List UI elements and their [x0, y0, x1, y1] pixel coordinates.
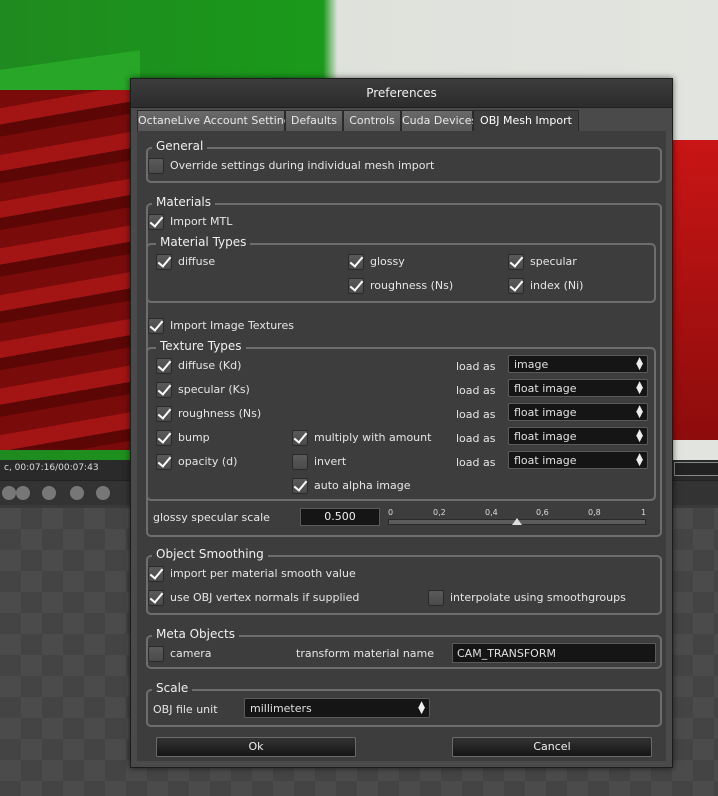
tool-icon[interactable] — [70, 486, 84, 500]
tab-octanelive-account-settings[interactable]: OctaneLive Account Settings — [137, 110, 297, 131]
group-material-types-title: Material Types — [156, 235, 251, 249]
tab-defaults[interactable]: Defaults — [285, 110, 343, 131]
index-material-checkbox[interactable] — [508, 278, 524, 294]
camera-checkbox[interactable] — [148, 646, 164, 662]
load-as-label: load as — [456, 456, 496, 469]
tab-bar: OctaneLive Account Settings Defaults Con… — [131, 108, 672, 131]
texture-bump-checkbox[interactable] — [156, 430, 172, 446]
texture-roughness-label: roughness (Ns) — [178, 407, 262, 420]
texture-opacity-load-as-select[interactable]: float image ▲ ▼ — [508, 451, 648, 469]
glossy-specular-scale-label: glossy specular scale — [153, 511, 270, 524]
multiply-with-amount-label: multiply with amount — [314, 431, 432, 444]
updown-arrow-icon: ▲ ▼ — [636, 380, 643, 396]
per-material-smooth-checkbox[interactable] — [148, 566, 164, 582]
obj-file-unit-label: OBJ file unit — [153, 703, 218, 716]
slider-tick-label: 0,6 — [536, 508, 549, 517]
progress-field — [674, 462, 718, 476]
glossy-material-checkbox[interactable] — [348, 254, 364, 270]
texture-specular-label: specular (Ks) — [178, 383, 250, 396]
slider-tick-label: 0,8 — [588, 508, 601, 517]
group-materials-title: Materials — [152, 195, 216, 209]
tab-controls[interactable]: Controls — [343, 110, 401, 131]
slider-tick-label: 0,4 — [485, 508, 498, 517]
import-image-textures-checkbox[interactable] — [148, 318, 164, 334]
roughness-material-label: roughness (Ns) — [370, 279, 454, 292]
index-material-label: index (Ni) — [530, 279, 584, 292]
texture-roughness-load-as-select[interactable]: float image ▲ ▼ — [508, 403, 648, 421]
smoothgroups-checkbox[interactable] — [428, 590, 444, 606]
multiply-with-amount-checkbox[interactable] — [292, 430, 308, 446]
texture-opacity-checkbox[interactable] — [156, 454, 172, 470]
override-checkbox[interactable] — [148, 158, 164, 174]
preferences-dialog: Preferences OctaneLive Account Settings … — [130, 78, 673, 768]
tool-icon[interactable] — [96, 486, 110, 500]
invert-checkbox[interactable] — [292, 454, 308, 470]
slider-tick-label: 0 — [388, 508, 394, 517]
tool-icon[interactable] — [16, 486, 30, 500]
glossy-material-label: glossy — [370, 255, 405, 268]
texture-diffuse-load-as-select[interactable]: image ▲ ▼ — [508, 355, 648, 373]
group-texture-types-title: Texture Types — [156, 339, 246, 353]
load-as-label: load as — [456, 432, 496, 445]
transform-material-name-label: transform material name — [296, 647, 435, 660]
dialog-title: Preferences — [131, 79, 672, 108]
diffuse-material-label: diffuse — [178, 255, 216, 268]
tool-icon[interactable] — [2, 486, 16, 500]
specular-material-checkbox[interactable] — [508, 254, 524, 270]
cancel-button[interactable]: Cancel — [452, 737, 652, 757]
updown-arrow-icon: ▲ ▼ — [636, 452, 643, 468]
load-as-label: load as — [456, 384, 496, 397]
ok-button[interactable]: Ok — [156, 737, 356, 757]
group-object-smoothing-title: Object Smoothing — [152, 547, 268, 561]
import-mtl-checkbox[interactable] — [148, 214, 164, 230]
auto-alpha-image-checkbox[interactable] — [292, 478, 308, 494]
override-label: Override settings during individual mesh… — [170, 159, 435, 172]
import-mtl-label: Import MTL — [170, 215, 233, 228]
roughness-material-checkbox[interactable] — [348, 278, 364, 294]
group-scale-title: Scale — [152, 681, 193, 695]
tab-obj-mesh-import[interactable]: OBJ Mesh Import — [473, 110, 579, 131]
vertex-normals-checkbox[interactable] — [148, 590, 164, 606]
invert-label: invert — [314, 455, 347, 468]
glossy-specular-scale-value[interactable]: 0.500 — [300, 508, 380, 526]
tool-icon[interactable] — [42, 486, 56, 500]
camera-label: camera — [170, 647, 212, 660]
per-material-smooth-label: import per material smooth value — [170, 567, 356, 580]
texture-specular-checkbox[interactable] — [156, 382, 172, 398]
smoothgroups-label: interpolate using smoothgroups — [450, 591, 626, 604]
updown-arrow-icon: ▲ ▼ — [636, 356, 643, 372]
group-object-smoothing — [146, 555, 662, 615]
specular-material-label: specular — [530, 255, 577, 268]
vertex-normals-label: use OBJ vertex normals if supplied — [170, 591, 360, 604]
slider-tick-label: 0,2 — [433, 508, 446, 517]
updown-arrow-icon: ▲ ▼ — [636, 428, 643, 444]
slider-thumb[interactable] — [512, 518, 522, 525]
texture-specular-load-as-select[interactable]: float image ▲ ▼ — [508, 379, 648, 397]
group-meta-objects-title: Meta Objects — [152, 627, 239, 641]
updown-arrow-icon: ▲ ▼ — [636, 404, 643, 420]
tab-cuda-devices[interactable]: Cuda Devices — [401, 110, 477, 131]
texture-diffuse-label: diffuse (Kd) — [178, 359, 242, 372]
timecode: c, 00:07:16/00:07:43 — [4, 463, 99, 473]
group-general-title: General — [152, 139, 208, 153]
auto-alpha-image-label: auto alpha image — [314, 479, 411, 492]
import-image-textures-label: Import Image Textures — [170, 319, 294, 332]
updown-arrow-icon: ▲ ▼ — [418, 700, 425, 716]
transform-material-name-input[interactable]: CAM_TRANSFORM — [452, 643, 656, 663]
load-as-label: load as — [456, 360, 496, 373]
texture-bump-load-as-select[interactable]: float image ▲ ▼ — [508, 427, 648, 445]
group-material-types — [146, 243, 656, 303]
obj-file-unit-select[interactable]: millimeters ▲ ▼ — [244, 698, 430, 718]
slider-tick-label: 1 — [641, 508, 647, 517]
texture-opacity-label: opacity (d) — [178, 455, 238, 468]
diffuse-material-checkbox[interactable] — [156, 254, 172, 270]
texture-bump-label: bump — [178, 431, 210, 444]
texture-roughness-checkbox[interactable] — [156, 406, 172, 422]
load-as-label: load as — [456, 408, 496, 421]
texture-diffuse-checkbox[interactable] — [156, 358, 172, 374]
obj-mesh-import-panel: General Override settings during individ… — [137, 131, 666, 761]
